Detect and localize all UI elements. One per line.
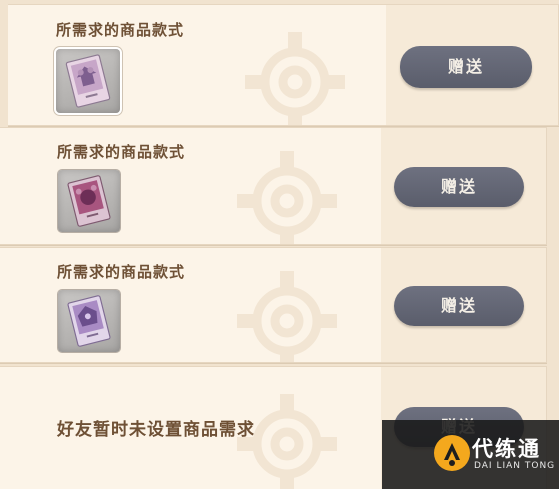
gift-request-list: 所需求的商品款式 赠送 所需求的商品款式 赠送 所需求的商品款式 赠送 好友暂时… bbox=[0, 0, 559, 489]
gear-watermark-icon bbox=[237, 271, 337, 362]
request-card: 所需求的商品款式 赠送 bbox=[8, 4, 559, 126]
card-title: 所需求的商品款式 bbox=[57, 263, 186, 281]
request-card: 所需求的商品款式 赠送 bbox=[0, 127, 547, 245]
magenta-pattern-card-icon bbox=[67, 175, 111, 227]
watermark-subtitle: DAI LIAN TONG bbox=[474, 461, 556, 471]
requested-item-slot[interactable] bbox=[58, 170, 120, 232]
requested-item-slot[interactable] bbox=[56, 49, 120, 113]
card-title: 所需求的商品款式 bbox=[56, 21, 185, 39]
purple-pattern-card-icon bbox=[65, 54, 111, 108]
gift-button[interactable]: 赠送 bbox=[394, 286, 524, 326]
dlt-logo-icon bbox=[434, 435, 470, 471]
no-request-message: 好友暂时未设置商品需求 bbox=[57, 420, 255, 440]
gear-watermark-icon bbox=[237, 151, 337, 244]
gift-button[interactable]: 赠送 bbox=[394, 167, 524, 207]
gear-watermark-icon bbox=[245, 32, 345, 125]
watermark-name: 代练通 bbox=[472, 437, 541, 461]
card-title: 所需求的商品款式 bbox=[57, 143, 186, 161]
violet-pattern-card-icon bbox=[67, 295, 111, 347]
request-card: 所需求的商品款式 赠送 bbox=[0, 247, 547, 363]
requested-item-slot[interactable] bbox=[58, 290, 120, 352]
gift-button[interactable]: 赠送 bbox=[400, 46, 532, 88]
